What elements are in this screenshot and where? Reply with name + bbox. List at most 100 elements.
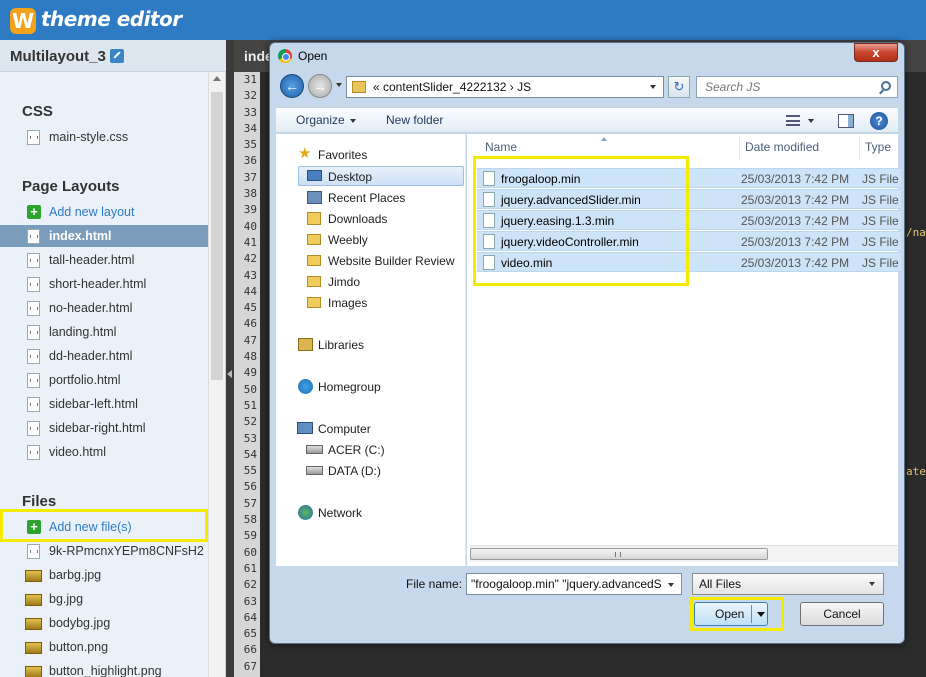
nav-item-network[interactable]: Network <box>276 503 466 523</box>
folder-icon <box>307 276 321 287</box>
file-icon <box>27 445 40 460</box>
horizontal-scrollbar[interactable] <box>470 545 898 562</box>
column-header-date[interactable]: Date modified <box>745 140 819 154</box>
forward-arrow-icon[interactable]: → <box>308 74 332 98</box>
nav-item-label: Favorites <box>318 148 368 162</box>
line-number: 59 <box>243 529 257 543</box>
nav-item-homegroup[interactable]: Homegroup <box>276 377 466 397</box>
sidebar-file-css[interactable]: main-style.css <box>0 126 208 148</box>
drive-icon <box>306 445 323 454</box>
line-number: 46 <box>243 317 257 331</box>
folder-icon <box>307 297 321 308</box>
sidebar-layout-item[interactable]: video.html <box>0 441 208 463</box>
edit-icon[interactable] <box>110 49 124 63</box>
organize-button[interactable]: Organize <box>296 113 356 127</box>
nav-item-label: Recent Places <box>328 191 406 205</box>
sidebar-layout-item[interactable]: tall-header.html <box>0 249 208 271</box>
nav-item-weebly[interactable]: Weebly <box>276 230 466 250</box>
navigation-pane: ★ Favorites Desktop Recent Places Downlo… <box>276 134 466 566</box>
cancel-button[interactable]: Cancel <box>800 602 884 626</box>
sidebar-file-item[interactable]: barbg.jpg <box>0 564 208 586</box>
file-name-input[interactable]: "froogaloop.min" "jquery.advancedS <box>466 573 682 595</box>
sidebar-layout-item[interactable]: landing.html <box>0 321 208 343</box>
line-number: 66 <box>243 643 257 657</box>
chevron-down-icon <box>869 582 875 586</box>
collapse-arrow-icon[interactable] <box>227 370 232 378</box>
nav-item-images[interactable]: Images <box>276 293 466 313</box>
nav-item-jimdo[interactable]: Jimdo <box>276 272 466 292</box>
view-options-icon[interactable] <box>786 115 800 126</box>
address-bar[interactable]: « contentSlider_4222132 › JS <box>346 76 664 98</box>
nav-item-libraries[interactable]: Libraries <box>276 335 466 355</box>
nav-item-desktop[interactable]: Desktop <box>298 166 464 186</box>
column-divider[interactable] <box>739 136 740 160</box>
file-icon <box>27 253 40 268</box>
nav-item-drive-d[interactable]: DATA (D:) <box>276 461 466 481</box>
sidebar-layout-item[interactable]: index.html <box>0 225 208 247</box>
search-icon[interactable] <box>881 81 891 91</box>
sidebar-layout-item[interactable]: dd-header.html <box>0 345 208 367</box>
app-header: W theme editor <box>0 0 926 40</box>
column-divider[interactable] <box>859 136 860 160</box>
nav-item-recent-places[interactable]: Recent Places <box>276 188 466 208</box>
chevron-down-icon[interactable] <box>668 583 674 587</box>
highlight-add-file <box>0 509 208 542</box>
sidebar-layout-item[interactable]: sidebar-right.html <box>0 417 208 439</box>
recent-locations-dropdown-icon[interactable] <box>336 83 342 87</box>
file-icon <box>27 421 40 436</box>
sidebar-item-label: portfolio.html <box>49 373 121 387</box>
sidebar-item-label: button.png <box>49 640 109 654</box>
code-text: /na <box>906 226 926 239</box>
sidebar-layout-item[interactable]: no-header.html <box>0 297 208 319</box>
sidebar-item-label: landing.html <box>49 325 117 339</box>
sidebar-file-item[interactable]: button.png <box>0 636 208 658</box>
sidebar-scrollbar[interactable] <box>208 72 225 677</box>
chevron-down-icon[interactable] <box>808 119 814 123</box>
sidebar-layout-item[interactable]: short-header.html <box>0 273 208 295</box>
file-date: 25/03/2013 7:42 PM <box>741 214 850 228</box>
file-name-label: File name: <box>406 577 463 591</box>
site-title-bar: Multilayout_3 <box>0 40 226 72</box>
file-name-value: "froogaloop.min" "jquery.advancedS <box>471 577 662 591</box>
nav-item-drive-c[interactable]: ACER (C:) <box>276 440 466 460</box>
sidebar-file-item[interactable]: 9k-RPmcnxYEPm8CNFsH2 <box>0 540 208 562</box>
line-number: 49 <box>243 366 257 380</box>
nav-item-downloads[interactable]: Downloads <box>276 209 466 229</box>
horizontal-scroll-thumb[interactable] <box>470 548 768 560</box>
add-layout-link[interactable]: + Add new layout <box>0 201 208 223</box>
file-type-select[interactable]: All Files <box>692 573 884 595</box>
refresh-icon[interactable]: ↻ <box>668 76 690 98</box>
close-button[interactable]: x <box>854 43 898 62</box>
nav-item-label: Desktop <box>328 170 373 184</box>
sidebar-file-item[interactable]: bodybg.jpg <box>0 612 208 634</box>
line-number: 51 <box>243 398 257 412</box>
back-arrow-icon[interactable]: ← <box>280 74 304 98</box>
sidebar-scroll-thumb[interactable] <box>211 92 223 380</box>
sidebar-layout-item[interactable]: portfolio.html <box>0 369 208 391</box>
sidebar-collapse-bar[interactable] <box>226 40 234 677</box>
sidebar-layout-item[interactable]: sidebar-left.html <box>0 393 208 415</box>
column-header-type[interactable]: Type <box>865 140 891 154</box>
folder-icon <box>307 234 321 245</box>
line-number: 57 <box>243 496 257 510</box>
new-folder-button[interactable]: New folder <box>386 113 443 127</box>
files-heading: Files <box>22 493 57 510</box>
line-number: 58 <box>243 513 257 527</box>
nav-item-website-builder-review[interactable]: Website Builder Review <box>276 251 466 271</box>
help-icon[interactable]: ? <box>870 112 888 130</box>
chevron-down-icon[interactable] <box>650 85 656 89</box>
preview-pane-icon[interactable] <box>838 114 854 128</box>
sidebar-file-item[interactable]: bg.jpg <box>0 588 208 610</box>
sidebar: Multilayout_3 CSS main-style.css Page La… <box>0 40 226 677</box>
line-number: 36 <box>243 154 257 168</box>
file-icon <box>27 544 40 559</box>
scroll-up-icon[interactable] <box>213 76 221 81</box>
nav-item-label: Homegroup <box>318 380 381 394</box>
sidebar-file-item[interactable]: button_highlight.png <box>0 660 208 677</box>
nav-item-computer[interactable]: Computer <box>276 419 466 439</box>
star-icon: ★ <box>298 145 312 162</box>
line-number: 62 <box>243 578 257 592</box>
search-input[interactable]: Search JS <box>696 76 898 98</box>
column-header-name[interactable]: Name <box>485 140 517 154</box>
nav-item-favorites[interactable]: ★ Favorites <box>276 145 466 165</box>
